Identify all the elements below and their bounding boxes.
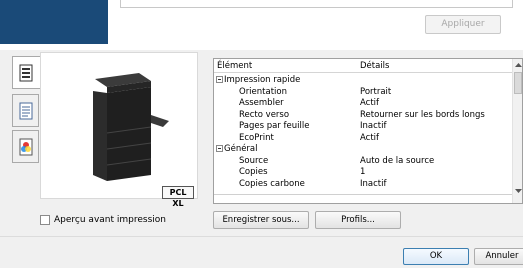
printer-preview-panel <box>40 52 198 199</box>
document-layout-icon <box>19 102 33 120</box>
settings-grid[interactable]: Élément Détails Impression rapide Orienta… <box>213 58 523 204</box>
column-header-element[interactable]: Élément <box>217 61 252 71</box>
grid-row-key: Général <box>224 144 258 154</box>
printer-image <box>93 73 169 181</box>
tab-printer-settings[interactable] <box>12 56 41 89</box>
scroll-thumb[interactable] <box>514 72 522 94</box>
grid-row-value[interactable]: Retourner sur les bords longs <box>360 110 485 121</box>
top-field <box>120 0 513 8</box>
grid-row-key: Orientation <box>239 86 287 97</box>
grid-row-key: EcoPrint <box>239 132 274 143</box>
vertical-scrollbar[interactable] <box>512 59 523 203</box>
pdl-badge: PCL XL <box>162 186 194 208</box>
cancel-button[interactable]: Annuler <box>474 248 523 265</box>
save-as-button[interactable]: Enregistrer sous... <box>213 211 309 229</box>
footer-separator <box>0 236 523 237</box>
grid-divider <box>214 194 512 195</box>
grid-row-key: Impression rapide <box>224 75 301 85</box>
print-preview-checkbox[interactable] <box>40 215 50 225</box>
grid-row-key: Assembler <box>239 98 284 108</box>
header-banner <box>0 0 108 44</box>
grid-row[interactable]: Pages par feuille Inactif <box>214 121 512 132</box>
grid-row[interactable]: EcoPrint Actif <box>214 133 512 144</box>
grid-row-key: Recto verso <box>239 109 290 120</box>
grid-row-key: Pages par feuille <box>239 121 310 131</box>
side-tab-strip <box>12 56 41 166</box>
grid-section-row[interactable]: Impression rapide <box>214 75 512 86</box>
grid-row-value[interactable]: Inactif <box>360 121 386 132</box>
grid-row-value[interactable]: Auto de la source <box>360 156 434 167</box>
profiles-button[interactable]: Profils... <box>315 211 401 229</box>
grid-row-value[interactable]: Actif <box>360 98 379 109</box>
ok-button[interactable]: OK <box>403 248 469 265</box>
scroll-up-icon[interactable] <box>514 61 523 69</box>
grid-row-value[interactable]: Portrait <box>360 87 391 98</box>
grid-row[interactable]: Orientation Portrait <box>214 87 512 98</box>
column-header-details[interactable]: Détails <box>360 61 389 71</box>
grid-row[interactable]: Copies carbone Inactif <box>214 179 512 190</box>
grid-row-value[interactable]: Actif <box>360 133 379 144</box>
apply-button[interactable]: Appliquer <box>425 15 501 34</box>
grid-row-key: Copies carbone <box>239 178 305 189</box>
grid-row[interactable]: Assembler Actif <box>214 98 512 109</box>
scroll-down-icon[interactable] <box>514 187 523 195</box>
grid-header: Élément Détails <box>214 59 512 73</box>
tab-document-layout[interactable] <box>12 94 39 127</box>
grid-row[interactable]: Recto verso Retourner sur les bords longs <box>214 110 512 121</box>
collapse-icon[interactable] <box>216 76 223 83</box>
grid-row[interactable]: Copies 1 <box>214 167 512 178</box>
printer-settings-icon <box>19 64 33 82</box>
grid-row-key: Copies <box>239 167 268 177</box>
grid-row-value[interactable]: 1 <box>360 167 365 178</box>
grid-row-value[interactable]: Inactif <box>360 179 386 190</box>
collapse-icon[interactable] <box>216 145 223 152</box>
tab-color[interactable] <box>12 130 39 163</box>
grid-section-row[interactable]: Général <box>214 144 512 155</box>
grid-row[interactable]: Source Auto de la source <box>214 156 512 167</box>
grid-row-key: Source <box>239 155 269 166</box>
print-preview-label[interactable]: Aperçu avant impression <box>54 215 166 225</box>
color-icon <box>19 138 33 156</box>
